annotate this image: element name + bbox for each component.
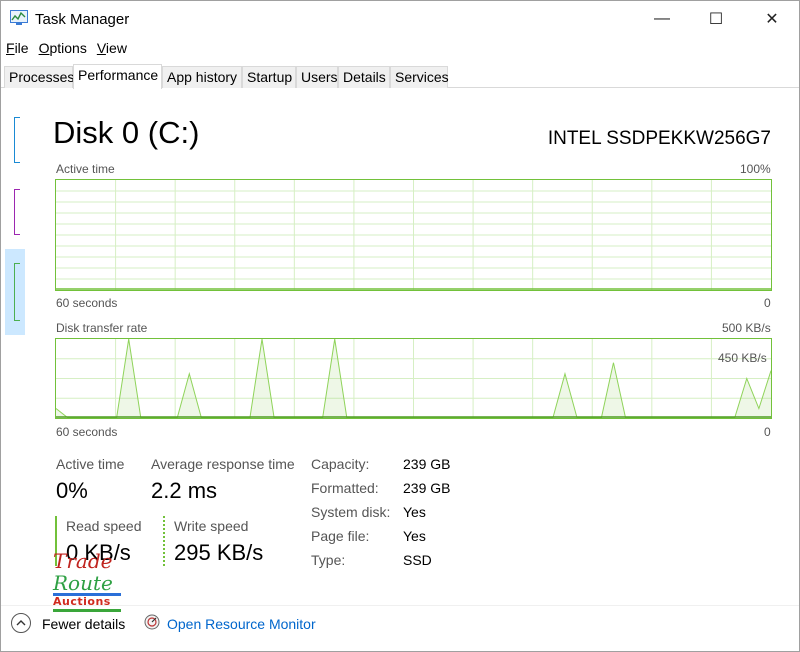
capacity-value: 239 GB — [403, 456, 451, 472]
write-speed-indicator — [163, 516, 165, 566]
tab-processes[interactable]: Processes — [4, 66, 74, 88]
write-speed-value: 295 KB/s — [174, 540, 264, 565]
minimize-icon: — — [654, 10, 670, 27]
menu-file[interactable]: File — [1, 38, 34, 60]
chevron-up-icon[interactable] — [11, 613, 31, 633]
active-time-stat-value: 0% — [56, 478, 88, 503]
maximize-icon: ☐ — [708, 11, 724, 28]
title-bar[interactable]: Task Manager — ☐ ✕ — [1, 1, 799, 37]
tab-app-history[interactable]: App history — [162, 66, 242, 88]
write-speed-label: Write speed — [174, 518, 249, 534]
footer-divider — [1, 605, 799, 606]
capacity-label: Capacity: — [311, 456, 370, 472]
tab-performance[interactable]: Performance — [73, 64, 162, 89]
watermark-line-2: Route — [53, 571, 113, 595]
page-file-value: Yes — [403, 528, 426, 544]
disk-model: INTEL SSDPEKKW256G7 — [547, 128, 771, 149]
cpu-thumbnail[interactable] — [14, 117, 20, 163]
tab-details[interactable]: Details — [338, 66, 390, 88]
resource-monitor-icon[interactable] — [144, 614, 160, 630]
menu-options[interactable]: Options — [34, 38, 92, 60]
active-time-stat-label: Active time — [56, 456, 125, 472]
disk-title: Disk 0 (C:) — [53, 115, 200, 150]
open-resource-monitor-link[interactable]: Open Resource Monitor — [167, 616, 316, 632]
read-speed-label: Read speed — [66, 518, 142, 534]
watermark-bar-2 — [53, 609, 121, 612]
tab-bar: Processes Performance App history Startu… — [1, 64, 799, 89]
tab-services[interactable]: Services — [390, 66, 449, 88]
fewer-details-button[interactable]: Fewer details — [42, 616, 125, 632]
menu-view[interactable]: View — [92, 38, 132, 60]
close-icon: ✕ — [765, 11, 779, 28]
active-time-graph — [55, 179, 772, 291]
transfer-rate-min-label: 0 — [764, 425, 771, 439]
maximize-button[interactable]: ☐ — [689, 1, 743, 37]
system-disk-value: Yes — [403, 504, 426, 520]
transfer-rate-duration-label: 60 seconds — [56, 425, 118, 439]
memory-thumbnail[interactable] — [14, 189, 20, 235]
transfer-rate-max-label: 500 KB/s — [722, 321, 771, 335]
active-time-min-label: 0 — [764, 296, 771, 310]
tab-startup[interactable]: Startup — [242, 66, 296, 88]
disk-thumbnail[interactable] — [14, 263, 20, 321]
active-time-graph-label: Active time — [56, 162, 115, 176]
type-label: Type: — [311, 552, 346, 568]
task-manager-icon — [10, 10, 28, 25]
window-title: Task Manager — [35, 11, 130, 28]
active-time-chart — [56, 180, 771, 290]
type-value: SSD — [403, 552, 432, 568]
menu-bar: File Options View — [1, 38, 132, 60]
watermark-line-1: Trade — [53, 549, 113, 573]
watermark-line-3: Auctions — [53, 595, 111, 608]
avg-response-value: 2.2 ms — [151, 478, 218, 503]
system-disk-label: System disk: — [311, 504, 391, 520]
formatted-label: Formatted: — [311, 480, 379, 496]
formatted-value: 239 GB — [403, 480, 451, 496]
minimize-button[interactable]: — — [635, 1, 689, 37]
page-file-label: Page file: — [311, 528, 370, 544]
transfer-rate-chart — [56, 339, 771, 418]
transfer-rate-graph-label: Disk transfer rate — [56, 321, 148, 335]
active-time-max-label: 100% — [740, 162, 771, 176]
close-button[interactable]: ✕ — [745, 1, 799, 37]
tab-users[interactable]: Users — [296, 66, 338, 88]
transfer-rate-scale-label: 450 KB/s — [718, 351, 767, 365]
avg-response-label: Average response time — [151, 456, 295, 472]
trade-route-auctions-watermark: Trade Route Auctions — [53, 549, 128, 613]
active-time-duration-label: 60 seconds — [56, 296, 118, 310]
task-manager-window: Task Manager — ☐ ✕ File Options View Pro… — [0, 0, 800, 652]
transfer-rate-graph — [55, 338, 772, 419]
